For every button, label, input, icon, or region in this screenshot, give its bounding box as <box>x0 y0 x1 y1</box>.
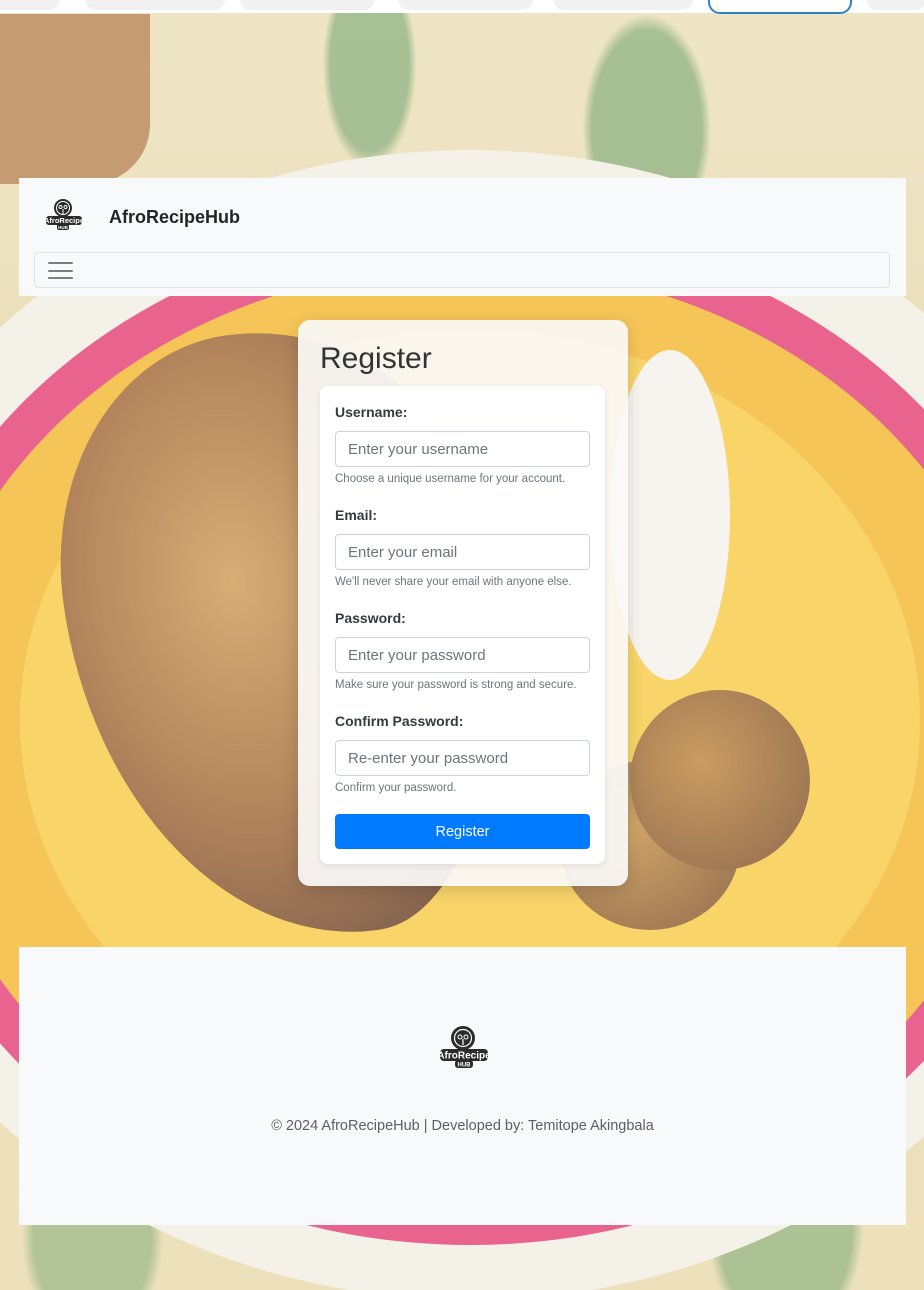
register-card: Register Username: Choose a unique usern… <box>298 320 628 886</box>
username-input[interactable] <box>335 431 590 467</box>
confirm-password-help: Confirm your password. <box>335 782 457 794</box>
username-label: Username: <box>335 404 408 420</box>
email-input[interactable] <box>335 534 590 570</box>
username-help: Choose a unique username for your accoun… <box>335 473 566 485</box>
brand-name[interactable]: AfroRecipeHub <box>109 207 240 228</box>
register-form: Username: Choose a unique username for y… <box>320 386 605 864</box>
logo-text: AfroRecipe <box>44 216 84 225</box>
navbar: AfroRecipe HUB AfroRecipeHub <box>19 178 906 296</box>
top-pill[interactable] <box>553 0 693 10</box>
navbar-toggler[interactable] <box>34 252 890 288</box>
footer-logo: AfroRecipe HUB <box>437 1026 491 1069</box>
logo-text: HUB <box>458 1063 472 1069</box>
confirm-password-input[interactable] <box>335 740 590 776</box>
top-pill[interactable] <box>398 0 533 10</box>
email-help: We'll never share your email with anyone… <box>335 576 572 588</box>
top-pill[interactable] <box>0 0 60 10</box>
password-help: Make sure your password is strong and se… <box>335 679 577 691</box>
top-pill-active[interactable] <box>708 0 852 14</box>
logo-text: HUB <box>58 225 68 230</box>
confirm-password-label: Confirm Password: <box>335 713 464 729</box>
top-pill[interactable] <box>85 0 225 10</box>
top-pill[interactable] <box>866 0 924 10</box>
logo-text: AfroRecipe <box>437 1051 491 1062</box>
hamburger-icon <box>48 262 73 279</box>
email-label: Email: <box>335 507 378 523</box>
page-title: Register <box>320 342 432 375</box>
password-input[interactable] <box>335 637 590 673</box>
top-strip <box>0 0 924 14</box>
brand-logo[interactable]: AfroRecipe HUB <box>43 198 85 234</box>
top-pill[interactable] <box>240 0 375 10</box>
register-button[interactable]: Register <box>335 814 590 849</box>
password-label: Password: <box>335 610 406 626</box>
footer: AfroRecipe HUB © 2024 AfroRecipeHub | De… <box>19 947 906 1225</box>
footer-copyright: © 2024 AfroRecipeHub | Developed by: Tem… <box>271 1117 654 1134</box>
